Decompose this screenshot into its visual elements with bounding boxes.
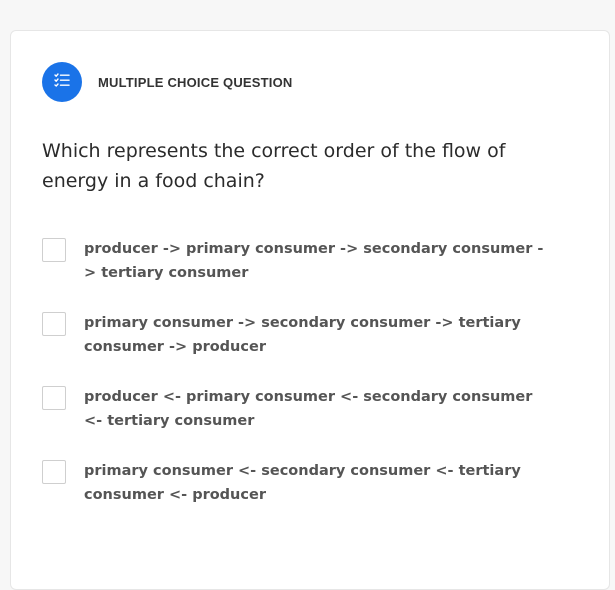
answer-options: producer -> primary consumer -> secondar… bbox=[42, 236, 582, 532]
question-type-badge bbox=[42, 62, 82, 102]
answer-checkbox[interactable] bbox=[42, 460, 66, 484]
question-card: MULTIPLE CHOICE QUESTION Which represent… bbox=[10, 30, 610, 590]
question-header: MULTIPLE CHOICE QUESTION bbox=[42, 62, 293, 102]
answer-option[interactable]: primary consumer -> secondary consumer -… bbox=[42, 310, 582, 384]
answer-option-label: primary consumer <- secondary consumer <… bbox=[84, 463, 521, 503]
answer-option-label: producer <- primary consumer <- secondar… bbox=[84, 389, 533, 429]
answer-checkbox[interactable] bbox=[42, 312, 66, 336]
answer-option[interactable]: producer -> primary consumer -> secondar… bbox=[42, 236, 582, 310]
question-type-label: MULTIPLE CHOICE QUESTION bbox=[98, 74, 293, 90]
answer-checkbox[interactable] bbox=[42, 238, 66, 262]
answer-checkbox[interactable] bbox=[42, 386, 66, 410]
answer-option-label: producer -> primary consumer -> secondar… bbox=[84, 241, 544, 281]
answer-option[interactable]: producer <- primary consumer <- secondar… bbox=[42, 384, 582, 458]
list-checks-icon bbox=[54, 72, 70, 92]
question-text: Which represents the correct order of th… bbox=[42, 140, 506, 192]
answer-option[interactable]: primary consumer <- secondary consumer <… bbox=[42, 458, 582, 532]
answer-option-label: primary consumer -> secondary consumer -… bbox=[84, 315, 521, 355]
